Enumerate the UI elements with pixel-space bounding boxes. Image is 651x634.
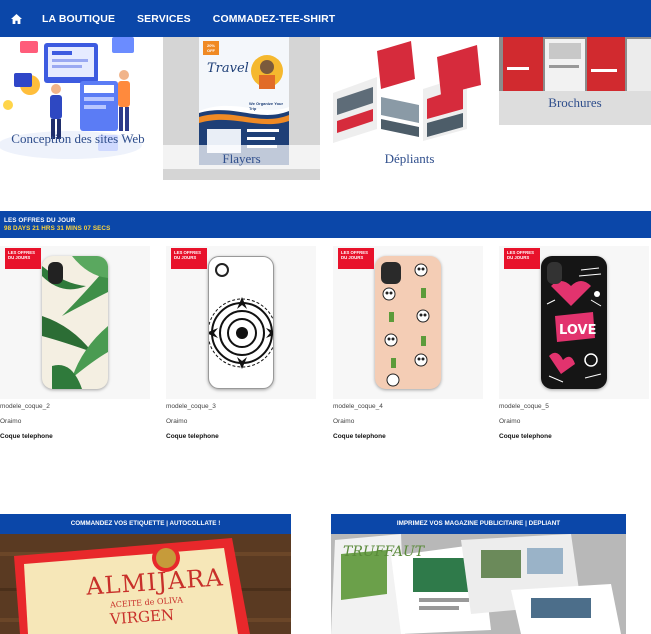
product-card[interactable]: LES OFFRES DU JOURS modele_coque_3 Oraim… — [166, 246, 316, 440]
deals-banner: LES OFFRES DU JOUR 98 DAYS 21 HRS 31 MIN… — [0, 211, 651, 238]
product-image[interactable]: LES OFFRES DU JOURS — [0, 246, 150, 399]
product-name[interactable]: modele_coque_5 — [499, 403, 649, 414]
magazine-title: TRUFFAUT — [343, 544, 425, 560]
product-card[interactable]: LES OFFRES DU JOURS modele_coque_4 Oraim… — [333, 246, 483, 440]
product-name[interactable]: modele_coque_4 — [333, 403, 483, 414]
deals-countdown: 98 DAYS 21 HRS 31 MINS 07 SECS — [4, 225, 111, 232]
product-brand: Oraimo — [0, 418, 22, 425]
promo-title: COMMANDEZ VOS ETIQUETTE | AUTOCOLLATE ! — [0, 514, 291, 534]
product-category[interactable]: Coque telephone — [166, 433, 316, 440]
product-category[interactable]: Coque telephone — [499, 433, 649, 440]
category-depliants[interactable]: Dépliants — [331, 37, 488, 180]
deal-badge: LES OFFRES DU JOURS — [171, 248, 207, 269]
nav-item-services[interactable]: SERVICES — [137, 13, 191, 25]
product-image[interactable]: LOVE LES OFFRES DU JOURS — [499, 246, 649, 399]
product-brand: Oraimo — [499, 418, 521, 425]
web-design-illustration — [0, 37, 156, 167]
product-card[interactable]: LOVE LES OFFRES DU JOURS modele_coque_5 … — [499, 246, 649, 440]
svg-text:LOVE: LOVE — [559, 323, 596, 338]
product-image[interactable]: LES OFFRES DU JOURS — [166, 246, 316, 399]
category-brochures[interactable]: Brochures — [499, 37, 651, 125]
product-brand: Oraimo — [333, 418, 355, 425]
nav-item-tee-shirt[interactable]: COMMADEZ-TEE-SHIRT — [213, 13, 336, 25]
product-name[interactable]: modele_coque_2 — [0, 403, 150, 414]
product-card[interactable]: LES OFFRES DU JOURS modele_coque_2 Oraim… — [0, 246, 150, 440]
category-label-brochures: Brochures — [548, 95, 602, 110]
promo-labels[interactable]: COMMANDEZ VOS ETIQUETTE | AUTOCOLLATE ! … — [0, 514, 291, 634]
deal-badge: LES OFFRES DU JOURS — [338, 248, 374, 269]
category-label-depliants: Dépliants — [384, 151, 435, 166]
product-name[interactable]: modele_coque_3 — [166, 403, 316, 414]
deal-badge: LES OFFRES DU JOURS — [504, 248, 540, 269]
promo-title: IMPRIMEZ VOS MAGAZINE PUBLICITAIRE | DEP… — [331, 514, 626, 534]
product-category[interactable]: Coque telephone — [0, 433, 150, 440]
product-image[interactable]: LES OFFRES DU JOURS — [333, 246, 483, 399]
deals-title: LES OFFRES DU JOUR — [4, 217, 76, 224]
category-flyers[interactable]: 20% OFF Travel We Organize Your Trip Fla… — [163, 37, 320, 180]
flyer-discount: 20% OFF — [206, 43, 215, 53]
mandala-pattern — [209, 297, 273, 369]
flyer-title: Travel — [207, 61, 249, 76]
category-web-design[interactable]: Conception des sites Web — [0, 37, 156, 167]
nav-item-boutique[interactable]: LA BOUTIQUE — [42, 13, 115, 25]
category-label-web-design: Conception des sites Web — [11, 131, 145, 146]
top-navigation: LA BOUTIQUE SERVICES COMMADEZ-TEE-SHIRT — [0, 0, 651, 37]
promo-magazine[interactable]: IMPRIMEZ VOS MAGAZINE PUBLICITAIRE | DEP… — [331, 514, 626, 634]
product-brand: Oraimo — [166, 418, 188, 425]
home-icon[interactable] — [0, 13, 32, 24]
flyer-tagline: We Organize Your Trip — [249, 101, 284, 111]
product-category[interactable]: Coque telephone — [333, 433, 483, 440]
deal-badge: LES OFFRES DU JOURS — [5, 248, 41, 269]
category-label-flyers: Flayers — [222, 151, 261, 166]
